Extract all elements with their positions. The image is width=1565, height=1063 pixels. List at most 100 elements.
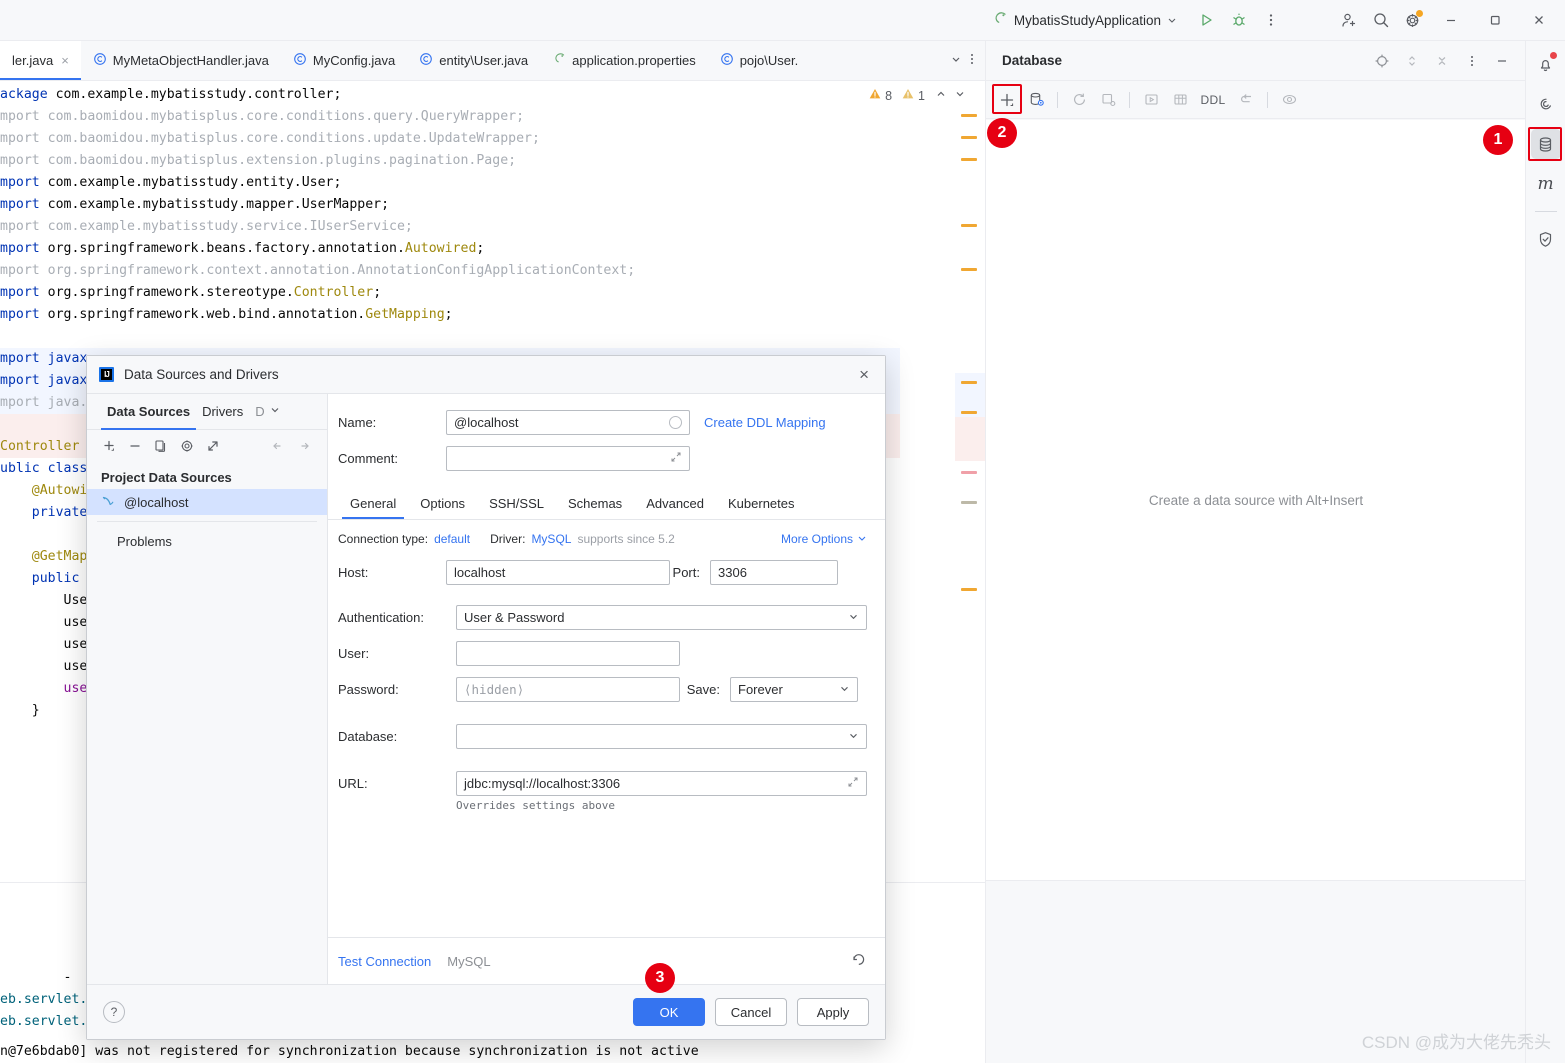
editor-tab-entity-user[interactable]: entity\User.java (407, 41, 540, 80)
new-query-console-icon[interactable] (1095, 87, 1121, 113)
notifications-icon[interactable] (1531, 49, 1561, 79)
cancel-button[interactable]: Cancel (715, 998, 787, 1026)
ddl-icon[interactable]: DDL (1196, 87, 1230, 113)
table-editor-icon[interactable] (1167, 87, 1193, 113)
more-options-icon[interactable] (965, 52, 979, 69)
maven-icon[interactable]: m (1531, 169, 1561, 199)
chevron-down-icon (857, 532, 867, 546)
ai-assistant-icon[interactable] (1531, 89, 1561, 119)
name-input[interactable]: @localhost (446, 410, 690, 435)
code-token: org.springframework.beans.factory.annota… (47, 241, 405, 256)
save-select[interactable]: Forever (730, 677, 858, 702)
search-everywhere-button[interactable] (1365, 5, 1397, 35)
more-actions-button[interactable] (1255, 5, 1287, 35)
password-label: Password: (338, 682, 399, 697)
problems-item[interactable]: Problems (87, 528, 327, 555)
data-sources-dialog[interactable]: IJ Data Sources and Drivers × Data Sourc… (86, 355, 886, 1040)
database-select[interactable] (456, 724, 867, 749)
collapse-all-icon[interactable] (1429, 48, 1455, 74)
port-value: 3306 (718, 565, 747, 580)
comment-input[interactable] (446, 446, 690, 471)
refresh-icon[interactable] (1066, 87, 1092, 113)
tab-general[interactable]: General (338, 490, 408, 519)
apply-button[interactable]: Apply (797, 998, 869, 1026)
ok-button[interactable]: OK (633, 998, 705, 1026)
tab-label: Drivers (202, 404, 244, 419)
maximize-window-button[interactable] (1473, 1, 1517, 39)
editor-tab-myconfig[interactable]: MyConfig.java (281, 41, 407, 80)
add-account-button[interactable] (1333, 5, 1365, 35)
duplicate-icon[interactable] (149, 434, 173, 458)
minimize-window-button[interactable] (1429, 1, 1473, 39)
more-options-icon[interactable] (1459, 48, 1485, 74)
settings-button[interactable] (1397, 5, 1429, 35)
tab-kubernetes[interactable]: Kubernetes (716, 490, 807, 519)
previous-problem-icon[interactable] (934, 87, 948, 104)
chevron-down-icon[interactable] (269, 404, 281, 419)
authentication-value: User & Password (464, 610, 565, 625)
run-button[interactable] (1191, 5, 1223, 35)
code-token: user (0, 615, 96, 630)
debug-button[interactable] (1223, 5, 1255, 35)
code-token: org.springframework.stereotype. (47, 285, 294, 300)
user-input[interactable] (456, 641, 680, 666)
locate-icon[interactable] (1369, 48, 1395, 74)
open-external-icon[interactable] (201, 434, 225, 458)
code-token: user (0, 681, 96, 696)
tab-advanced[interactable]: Advanced (634, 490, 716, 519)
more-options-link[interactable]: More Options (781, 532, 867, 546)
dialog-title: Data Sources and Drivers (124, 367, 279, 382)
data-source-item-localhost[interactable]: @localhost (87, 489, 327, 515)
hide-panel-icon[interactable] (1489, 48, 1515, 74)
chevron-down-icon[interactable] (949, 52, 963, 69)
dialog-side-tabs: Data Sources Drivers D (87, 394, 327, 430)
editor-tab-controller[interactable]: ler.java × (0, 41, 81, 80)
tab-ssh-ssl[interactable]: SSH/SSL (477, 490, 556, 519)
tab-drivers[interactable]: Drivers (196, 394, 249, 430)
color-picker-icon[interactable] (669, 416, 682, 429)
close-icon[interactable]: × (61, 53, 69, 68)
editor-tab-mymetaobjecthandler[interactable]: MyMetaObjectHandler.java (81, 41, 281, 80)
code-token: private (0, 505, 88, 520)
port-input[interactable]: 3306 (710, 560, 838, 585)
create-ddl-mapping-link[interactable]: Create DDL Mapping (704, 415, 826, 430)
connection-type-value[interactable]: default (434, 532, 470, 546)
editor-tab-pojo-user[interactable]: pojo\User. (708, 41, 811, 80)
forward-arrow-icon[interactable] (293, 434, 317, 458)
properties-gear-icon[interactable] (175, 434, 199, 458)
url-input[interactable]: jdbc:mysql://localhost:3306 (456, 771, 867, 796)
add-icon[interactable] (97, 434, 121, 458)
editor-marker-strip[interactable] (955, 81, 985, 882)
tab-data-sources[interactable]: Data Sources (101, 394, 197, 430)
password-input[interactable]: ⟨hidden⟩ (456, 677, 680, 702)
code-token: mport (0, 241, 48, 256)
expand-editor-icon[interactable] (847, 776, 859, 791)
inspection-widget[interactable]: 8 1 (868, 87, 967, 104)
tab-options[interactable]: Options (408, 490, 477, 519)
remove-icon[interactable] (123, 434, 147, 458)
driver-value[interactable]: MySQL (531, 532, 571, 546)
expand-editor-icon[interactable] (670, 451, 682, 466)
qodana-shield-icon[interactable] (1531, 224, 1561, 254)
highlight-box-database-rail (1528, 127, 1562, 161)
code-line: mport org.springframework.beans.factory.… (0, 238, 900, 260)
editor-tab-application-properties[interactable]: application.properties (540, 41, 708, 80)
authentication-select[interactable]: User & Password (456, 605, 867, 630)
tab-truncated[interactable]: D (249, 394, 265, 430)
back-arrow-icon[interactable] (265, 434, 289, 458)
test-connection-link[interactable]: Test Connection (338, 954, 431, 969)
run-configuration-selector[interactable]: MybatisStudyApplication (984, 8, 1185, 33)
database-settings-icon[interactable] (1023, 87, 1049, 113)
tab-schemas[interactable]: Schemas (556, 490, 634, 519)
revert-icon[interactable] (850, 951, 867, 972)
code-token: } (0, 703, 40, 718)
run-query-icon[interactable] (1138, 87, 1164, 113)
code-token: com.example.mybatisstudy.entity.User; (47, 175, 342, 190)
expand-collapse-icon[interactable] (1399, 48, 1425, 74)
help-button[interactable]: ? (103, 1001, 125, 1023)
preview-icon[interactable] (1276, 87, 1302, 113)
close-icon[interactable]: × (855, 364, 873, 385)
host-input[interactable]: localhost (446, 560, 670, 585)
close-window-button[interactable] (1517, 1, 1561, 39)
jump-to-editor-icon[interactable] (1233, 87, 1259, 113)
